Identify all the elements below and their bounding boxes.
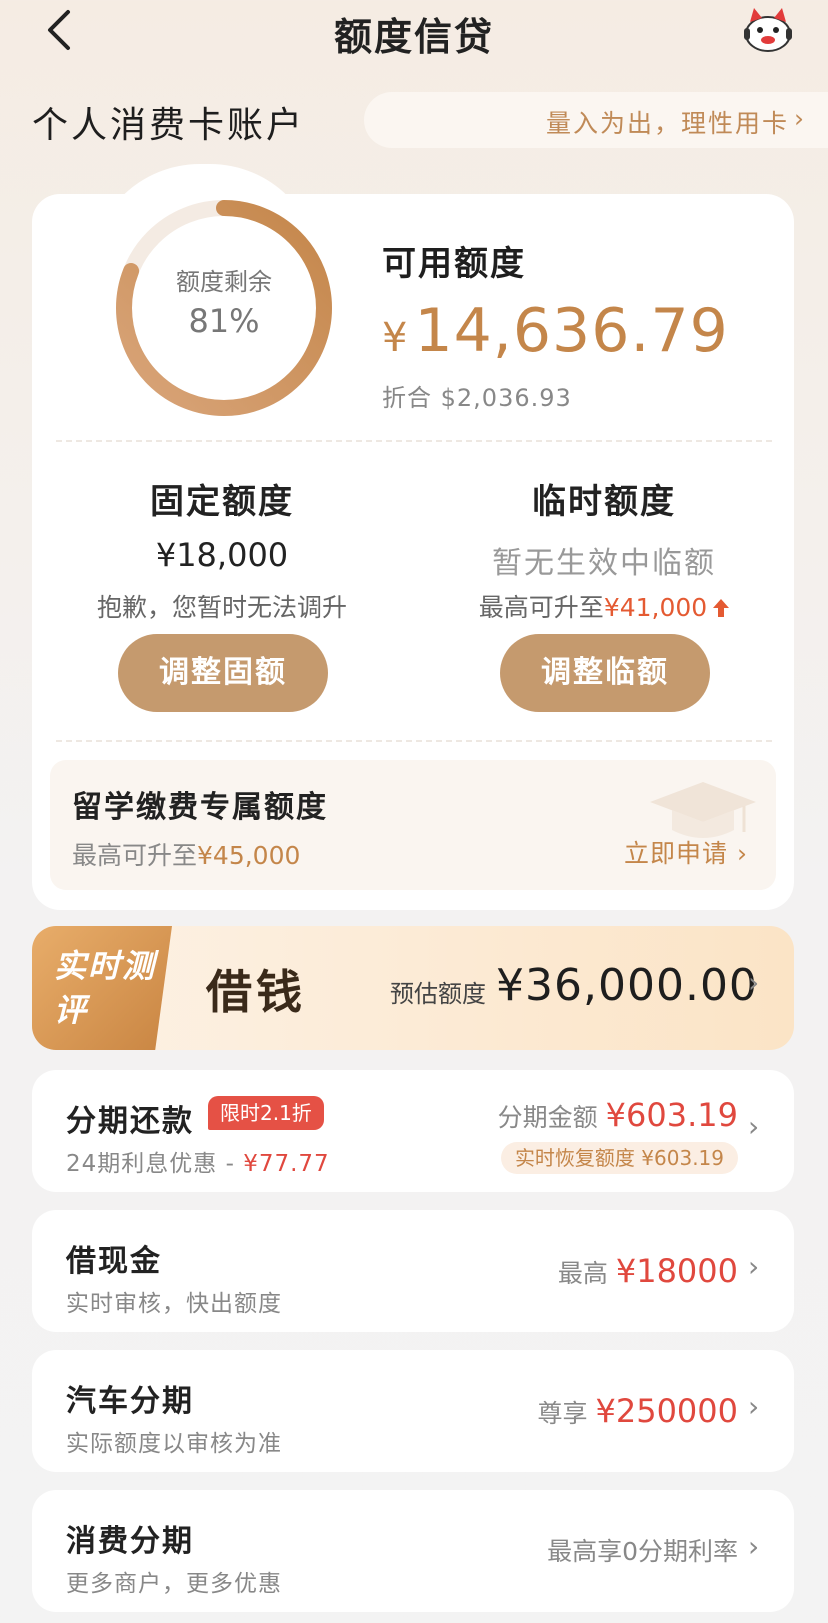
usd-equivalent: 折合 $2,036.93	[382, 384, 572, 412]
right-label: 尊享	[537, 1399, 588, 1428]
mascot-icon[interactable]	[740, 4, 796, 54]
right-label: 最高	[557, 1259, 608, 1288]
study-credit-title: 留学缴费专属额度	[72, 790, 328, 825]
divider	[56, 440, 772, 442]
ring-percent: 81%	[188, 302, 260, 340]
temp-credit-value: 暂无生效中临额	[492, 546, 716, 581]
list-item-car-installment[interactable]: 汽车分期 实际额度以审核为准 尊享 ¥250000 ›	[32, 1350, 794, 1472]
chevron-right-icon: ›	[748, 1530, 760, 1563]
study-abroad-credit-box[interactable]: 留学缴费专属额度 最高可升至¥45,000 立即申请 ›	[50, 760, 776, 890]
list-item-title: 消费分期	[66, 1524, 194, 1559]
available-credit-amount: ¥14,636.79	[382, 296, 729, 366]
list-item-title: 汽车分期	[66, 1384, 194, 1419]
discount-badge: 限时2.1折	[208, 1096, 324, 1130]
borrow-title: 借钱	[206, 965, 306, 1019]
slogan-text: 量入为出，理性用卡	[546, 109, 790, 138]
temp-note-amount: ¥41,000	[603, 593, 708, 622]
slogan-link[interactable]: 量入为出，理性用卡 ›	[364, 92, 828, 148]
adjust-temp-credit-button[interactable]: 调整临额	[500, 634, 710, 712]
study-note-prefix: 最高可升至	[72, 841, 198, 870]
list-item-consumer-installment[interactable]: 消费分期 更多商户，更多优惠 最高享0分期利率 ›	[32, 1490, 794, 1612]
fixed-credit-note: 抱歉，您暂时无法调升	[96, 593, 347, 622]
chevron-right-icon: ›	[748, 1250, 760, 1283]
list-item-subtitle: 实时审核，快出额度	[66, 1291, 282, 1317]
available-amount-value: 14,636.79	[414, 296, 729, 366]
right-amount: ¥603.19	[605, 1096, 738, 1134]
apply-now-link[interactable]: 立即申请 ›	[624, 834, 748, 870]
borrow-banner[interactable]: 实时测评 借钱 预估额度 ¥36,000.00 ›	[32, 926, 794, 1050]
chevron-right-icon: ›	[748, 966, 760, 999]
chevron-right-icon: ›	[794, 104, 804, 133]
sub-amount: ¥77.77	[243, 1151, 330, 1177]
promo-text: 最高享0分期利率	[547, 1537, 738, 1566]
page-title: 额度信贷	[333, 15, 494, 59]
restore-credit-pill: 实时恢复额度 ¥603.19	[500, 1142, 738, 1174]
list-item-subtitle: 更多商户，更多优惠	[66, 1571, 282, 1597]
account-title: 个人消费卡账户	[32, 105, 306, 146]
ring-label: 额度剩余	[176, 268, 272, 296]
right-amount: ¥250000	[595, 1392, 738, 1430]
estimate-label: 预估额度	[390, 980, 486, 1008]
exclusive-amount: 尊享 ¥250000	[537, 1392, 738, 1430]
available-credit-label: 可用额度	[382, 244, 526, 284]
fixed-credit-value: ¥18,000	[155, 536, 289, 574]
currency-symbol: ¥	[382, 315, 409, 361]
right-amount: ¥18000	[615, 1252, 738, 1290]
list-item-cash-loan[interactable]: 借现金 实时审核，快出额度 最高 ¥18000 ›	[32, 1210, 794, 1332]
estimate-amount: ¥36,000.00	[496, 960, 758, 1011]
study-credit-note: 最高可升至¥45,000	[72, 836, 300, 872]
temp-note-prefix: 最高可升至	[478, 593, 604, 622]
list-item-installment-repay[interactable]: 分期还款 限时2.1折 24期利息优惠 - ¥77.77 分期金额 ¥603.19…	[32, 1070, 794, 1192]
temp-credit-title: 临时额度	[532, 482, 676, 522]
right-label: 分期金额	[497, 1103, 598, 1132]
max-amount: 最高 ¥18000	[558, 1252, 738, 1290]
fixed-credit-title: 固定额度	[150, 482, 294, 522]
list-item-title: 分期还款	[66, 1104, 194, 1139]
list-item-title: 借现金	[66, 1244, 162, 1279]
arrow-up-icon	[713, 599, 730, 617]
temp-credit-note: 最高可升至¥41,000	[444, 588, 764, 624]
sub-prefix: 24期利息优惠 -	[66, 1151, 244, 1177]
list-item-subtitle: 实际额度以审核为准	[66, 1431, 282, 1457]
chevron-right-icon: ›	[748, 1390, 760, 1423]
chevron-right-icon: ›	[748, 1110, 760, 1143]
adjust-fixed-credit-button[interactable]: 调整固额	[118, 634, 328, 712]
divider	[56, 740, 772, 742]
installment-amount: 分期金额 ¥603.19	[498, 1096, 738, 1134]
list-item-subtitle: 24期利息优惠 - ¥77.77	[66, 1144, 330, 1178]
study-note-amount: ¥45,000	[197, 841, 301, 870]
realtime-eval-text: 实时测评	[54, 947, 157, 1029]
header-bar: 额度信贷	[0, 0, 828, 60]
